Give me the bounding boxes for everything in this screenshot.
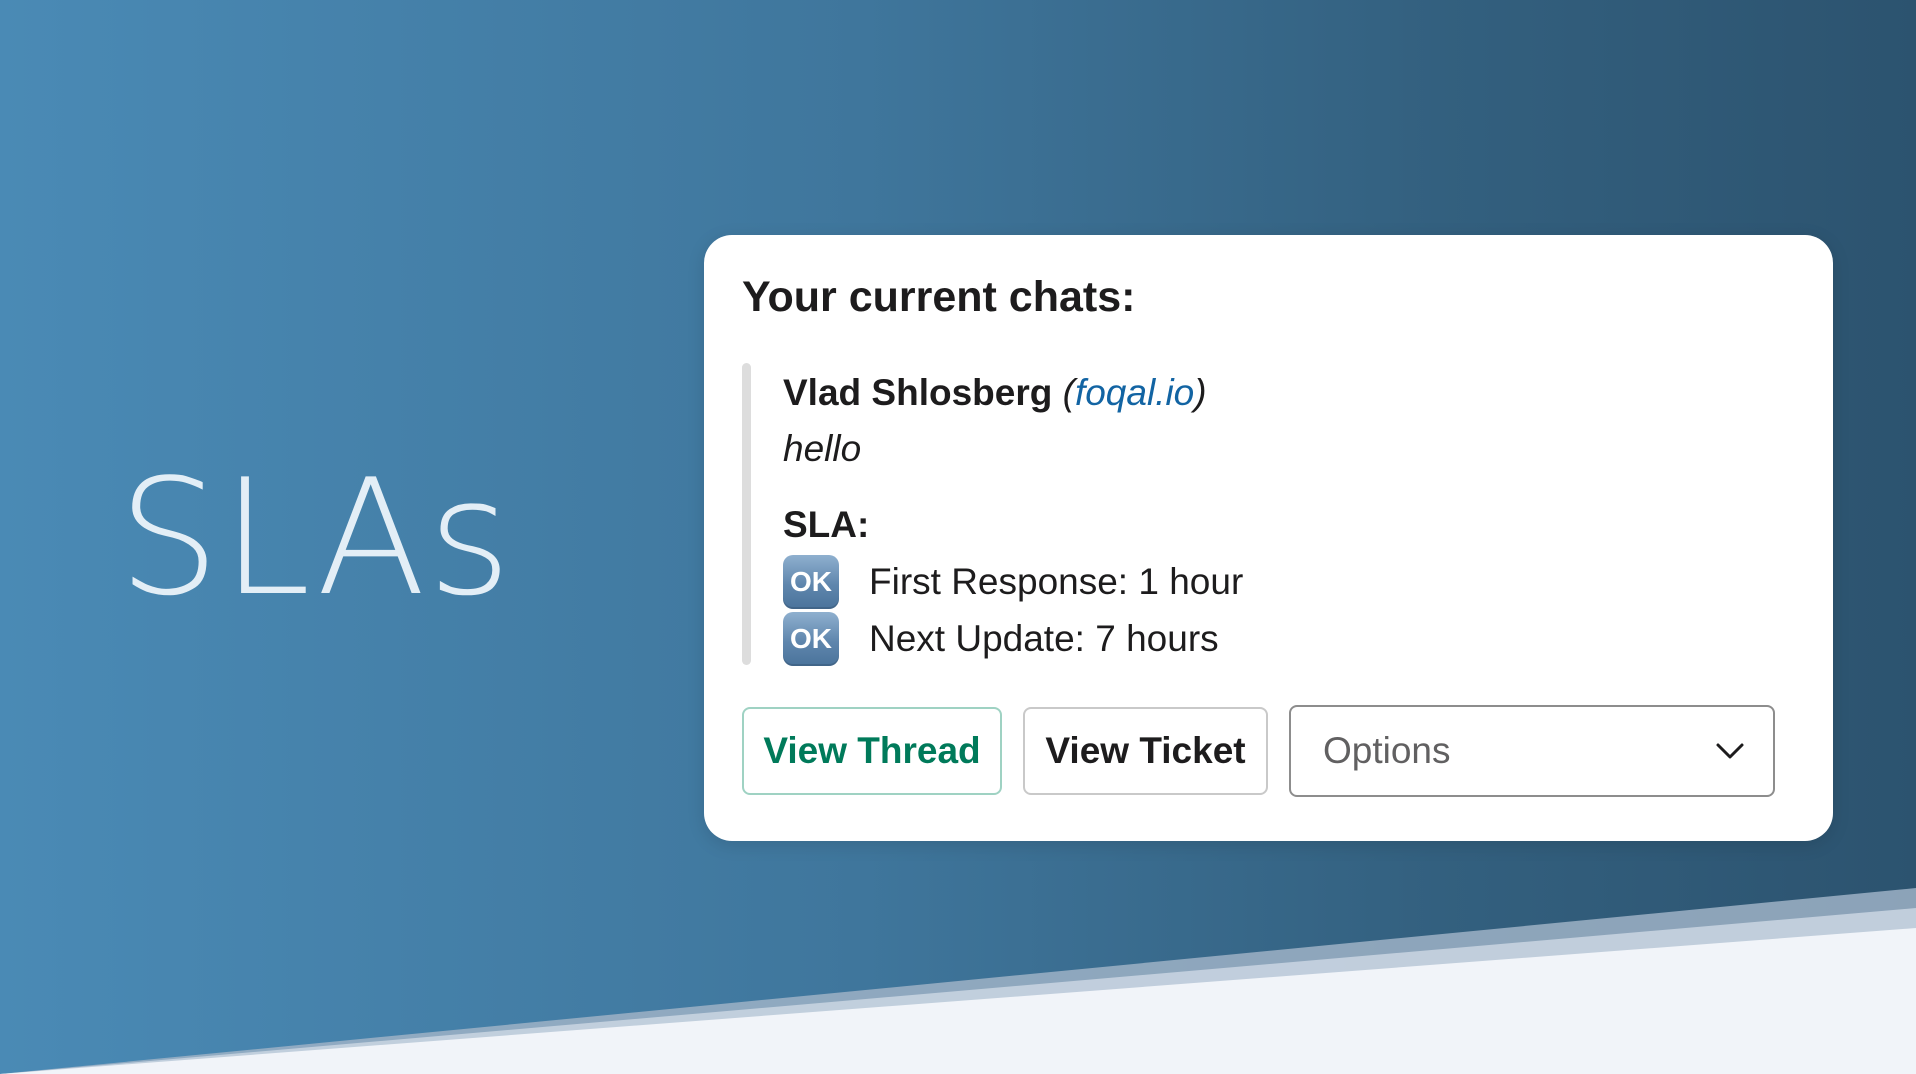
chats-card: Your current chats: Vlad Shlosberg (foqa… [704, 235, 1833, 841]
card-heading: Your current chats: [742, 273, 1136, 321]
sla-heading: SLA: [783, 504, 870, 545]
ok-badge-icon: OK [783, 554, 839, 609]
sla-item-first-response: OK First Response: 1 hour [783, 553, 1683, 610]
options-select[interactable]: Options [1289, 705, 1775, 797]
action-bar: View Thread View Ticket Options [742, 705, 1775, 797]
domain-paren-open: ( [1062, 372, 1075, 413]
sender-name: Vlad Shlosberg [783, 372, 1053, 413]
domain-paren-close: ) [1194, 372, 1207, 413]
hero-title: SLAs [118, 444, 514, 631]
view-ticket-button[interactable]: View Ticket [1023, 707, 1268, 795]
ok-badge-icon: OK [783, 611, 839, 666]
options-placeholder: Options [1323, 730, 1451, 771]
chat-sender-line: Vlad Shlosberg (foqal.io) [783, 365, 1683, 421]
chat-entry: Vlad Shlosberg (foqal.io) hello SLA: OK … [783, 365, 1683, 667]
chat-message: hello [783, 428, 862, 469]
quote-bar [742, 363, 751, 665]
sla-item-label: First Response: 1 hour [869, 560, 1244, 602]
sla-item-label: Next Update: 7 hours [869, 617, 1219, 659]
view-thread-button[interactable]: View Thread [742, 707, 1002, 795]
domain-link[interactable]: foqal.io [1075, 372, 1194, 413]
sla-item-next-update: OK Next Update: 7 hours [783, 610, 1683, 667]
chevron-down-icon [1715, 736, 1745, 766]
